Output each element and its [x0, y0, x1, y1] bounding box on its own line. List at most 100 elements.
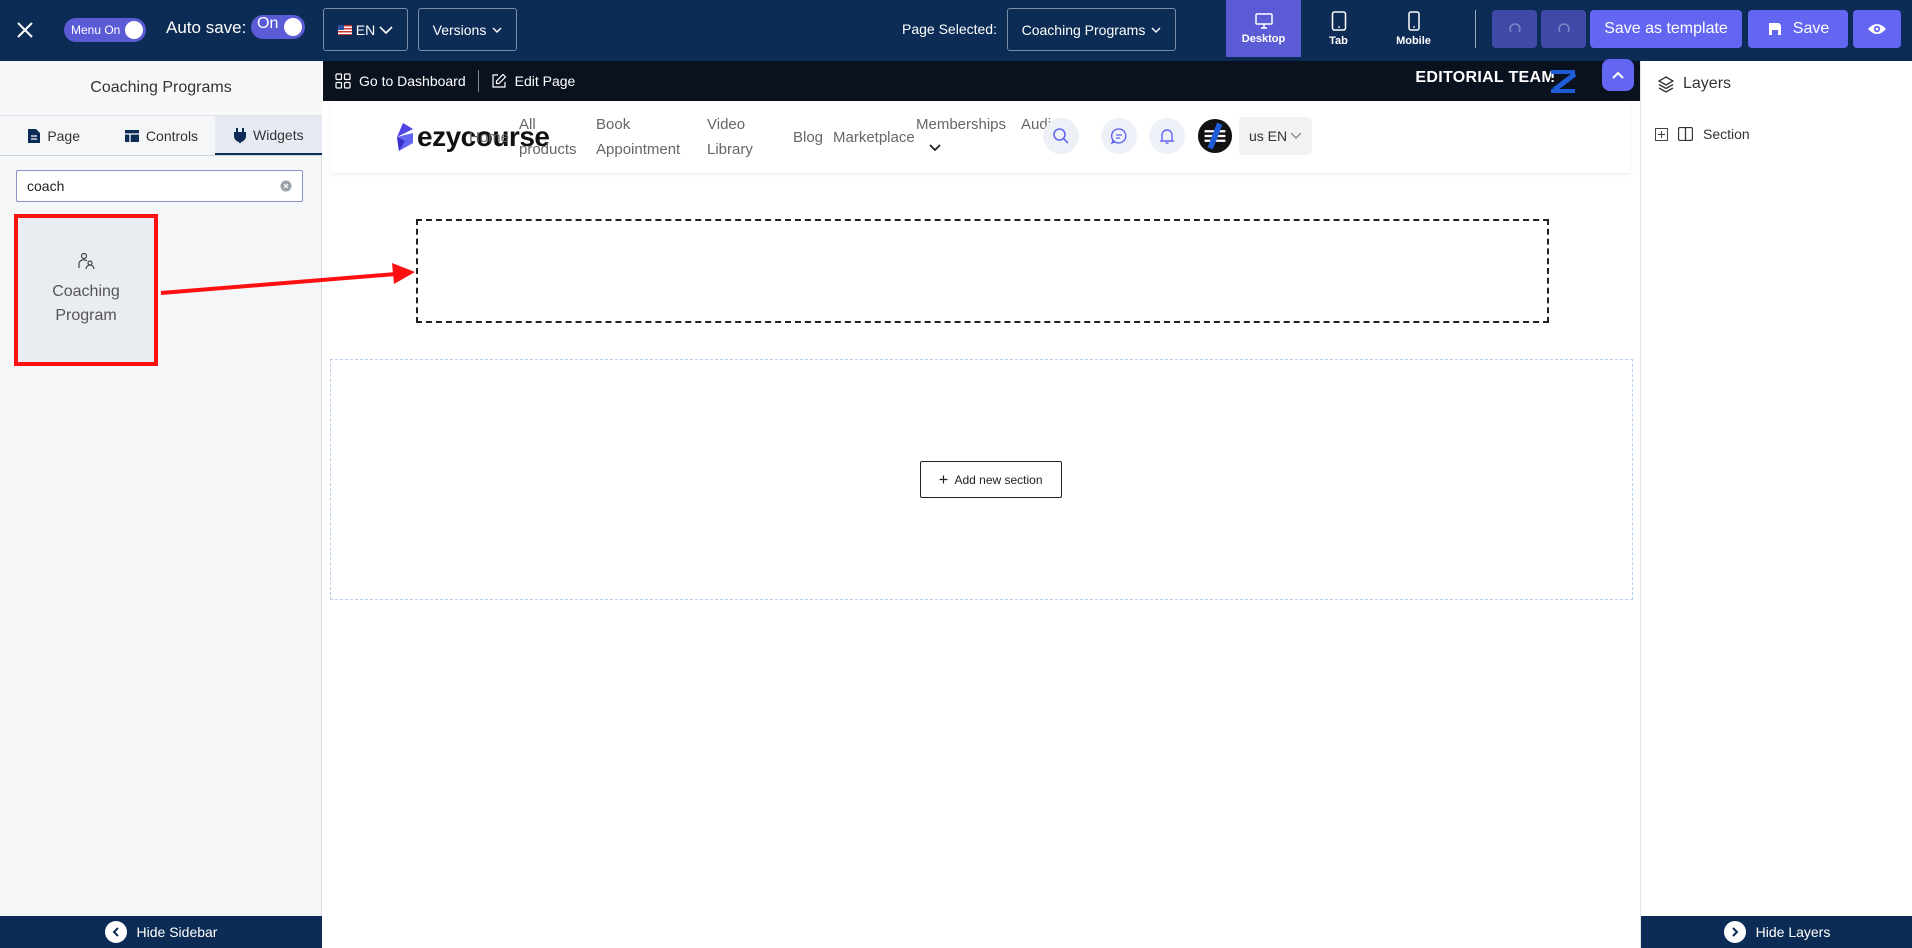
device-label: Mobile	[1396, 34, 1431, 47]
toolbar-divider	[1475, 10, 1476, 48]
site-search-button[interactable]	[1043, 118, 1079, 154]
plug-icon	[234, 127, 247, 143]
search-value: coach	[27, 178, 65, 194]
device-mobile-button[interactable]: Mobile	[1376, 0, 1451, 57]
close-button[interactable]	[12, 17, 38, 43]
site-header: ezycourse Home All products Book Appoint…	[331, 101, 1631, 173]
plus-icon	[939, 475, 948, 484]
widget-label: Coaching Program	[52, 283, 120, 324]
menu-toggle[interactable]: Menu On	[64, 18, 146, 42]
dashboard-icon	[335, 73, 351, 89]
undo-icon	[1508, 23, 1521, 33]
page-icon	[28, 128, 41, 143]
tab-page[interactable]: Page	[0, 116, 107, 155]
messages-button[interactable]	[1101, 118, 1137, 154]
save-template-label: Save as template	[1604, 20, 1728, 37]
layers-panel: Layers Section Hide Layers	[1640, 61, 1912, 948]
chevron-left-icon	[104, 921, 127, 943]
sidebar-tabs: Page Controls Widgets	[0, 116, 322, 156]
device-tab-button[interactable]: Tab	[1301, 0, 1376, 57]
nav-memberships-label: Memberships	[916, 116, 1007, 133]
left-sidebar: Coaching Programs Page Controls Widgets …	[0, 61, 322, 948]
layer-label: Section	[1703, 126, 1750, 142]
bell-icon	[1159, 129, 1175, 144]
widget-coaching-program[interactable]: Coaching Program	[14, 214, 158, 366]
nav-video-library[interactable]: Video Library	[707, 112, 767, 162]
eye-icon	[1868, 24, 1886, 34]
empty-section-area: Add new section	[330, 359, 1633, 600]
chevron-up-icon	[1612, 71, 1624, 79]
dashboard-label: Go to Dashboard	[359, 73, 466, 89]
clear-icon[interactable]	[280, 180, 292, 192]
chevron-down-icon	[929, 144, 941, 152]
device-label: Tab	[1329, 34, 1348, 47]
versions-dropdown[interactable]: Versions	[418, 8, 517, 51]
layers-title-label: Layers	[1683, 75, 1732, 92]
nav-all-products[interactable]: All products	[519, 112, 589, 162]
chevron-right-icon	[1723, 921, 1746, 943]
hide-layers-button[interactable]: Hide Layers	[1641, 916, 1912, 948]
us-flag-icon	[337, 24, 352, 35]
autosave-state: On	[257, 15, 279, 32]
notifications-button[interactable]	[1149, 118, 1185, 154]
widget-drop-zone[interactable]	[416, 219, 1549, 323]
chevron-down-icon	[379, 25, 393, 34]
layers-title: Layers	[1657, 75, 1731, 93]
hide-sidebar-button[interactable]: Hide Sidebar	[0, 916, 322, 948]
collapse-button[interactable]	[1602, 59, 1634, 91]
chevron-down-icon	[492, 27, 502, 33]
nav-memberships[interactable]: Memberships	[916, 112, 1006, 153]
preview-button[interactable]	[1853, 10, 1901, 48]
hide-layers-label: Hide Layers	[1755, 924, 1831, 940]
ezycourse-logo-icon	[397, 123, 413, 151]
versions-label: Versions	[432, 21, 487, 38]
chevron-down-icon	[1151, 27, 1161, 33]
edit-page-link[interactable]: Edit Page	[479, 69, 588, 93]
close-icon	[17, 22, 33, 38]
site-language-select[interactable]: us EN	[1239, 117, 1312, 155]
save-icon	[1768, 23, 1781, 35]
language-dropdown[interactable]: EN	[323, 8, 408, 51]
tab-widgets[interactable]: Widgets	[214, 116, 322, 155]
search-icon	[1053, 128, 1069, 144]
tab-label: Controls	[145, 127, 199, 144]
widget-search-input[interactable]: coach	[16, 170, 303, 202]
expand-icon[interactable]	[1655, 127, 1668, 141]
redo-button[interactable]	[1541, 10, 1586, 48]
go-to-dashboard-link[interactable]: Go to Dashboard	[323, 69, 478, 93]
tab-controls[interactable]: Controls	[107, 116, 214, 155]
save-button[interactable]: Save	[1748, 10, 1848, 48]
add-section-label: Add new section	[954, 472, 1043, 487]
nav-marketplace[interactable]: Marketplace	[833, 125, 915, 150]
avatar-logo-icon	[1197, 118, 1233, 154]
add-new-section-button[interactable]: Add new section	[920, 461, 1062, 498]
edit-icon	[492, 73, 506, 88]
table-icon	[124, 129, 139, 142]
desktop-icon	[1254, 12, 1273, 29]
nav-blog[interactable]: Blog	[793, 125, 823, 150]
team-name: EDITORIAL TEAM	[1415, 69, 1555, 86]
redo-icon	[1557, 23, 1570, 33]
device-desktop-button[interactable]: Desktop	[1226, 0, 1301, 57]
nav-book-appointment[interactable]: Book Appointment	[596, 112, 691, 162]
autosave-toggle[interactable]: On	[251, 15, 305, 39]
tablet-icon	[1331, 10, 1346, 31]
layer-item-section[interactable]: Section	[1655, 126, 1750, 142]
page-selected-label: Page Selected:	[902, 21, 997, 37]
mobile-icon	[1407, 10, 1420, 31]
toggle-knob	[125, 21, 143, 39]
language-label: EN	[355, 21, 376, 38]
section-icon	[1678, 127, 1693, 141]
save-as-template-button[interactable]: Save as template	[1590, 10, 1742, 48]
team-logo	[1550, 70, 1577, 93]
undo-button[interactable]	[1492, 10, 1537, 48]
tab-label: Page	[47, 127, 81, 144]
nav-home[interactable]: Home	[469, 125, 509, 150]
save-label: Save	[1792, 20, 1830, 37]
edit-page-label: Edit Page	[514, 73, 576, 89]
coaching-icon	[78, 252, 95, 270]
page-selected-dropdown[interactable]: Coaching Programs	[1007, 8, 1176, 51]
user-avatar[interactable]	[1197, 118, 1233, 154]
chat-icon	[1110, 128, 1127, 145]
edit-bar: Go to Dashboard Edit Page EDITORIAL TEAM	[323, 59, 1640, 101]
